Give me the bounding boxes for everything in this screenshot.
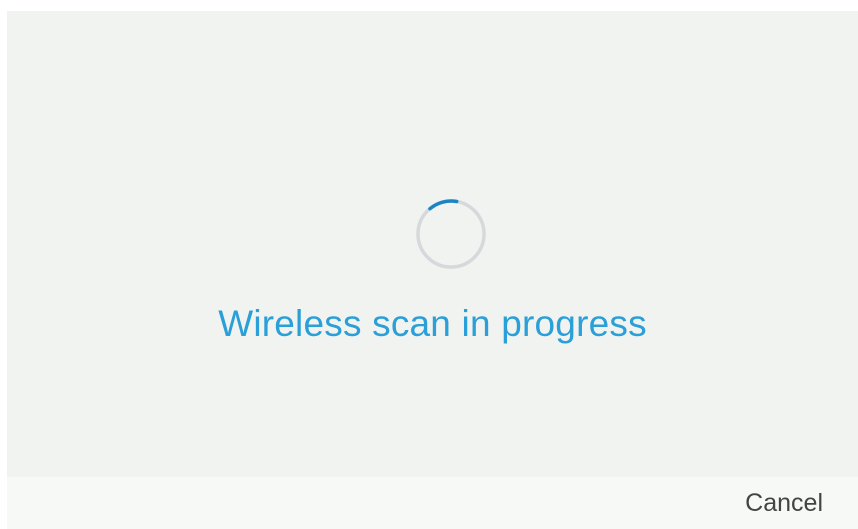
loading-spinner-icon: [416, 199, 486, 269]
softkey-bar: Cancel: [7, 477, 858, 529]
cancel-button[interactable]: Cancel: [745, 489, 823, 518]
scan-status-area: Wireless scan in progress: [7, 11, 858, 477]
scan-status-message: Wireless scan in progress: [218, 303, 647, 344]
phone-screen: Wireless scan in progress Cancel: [7, 11, 858, 529]
